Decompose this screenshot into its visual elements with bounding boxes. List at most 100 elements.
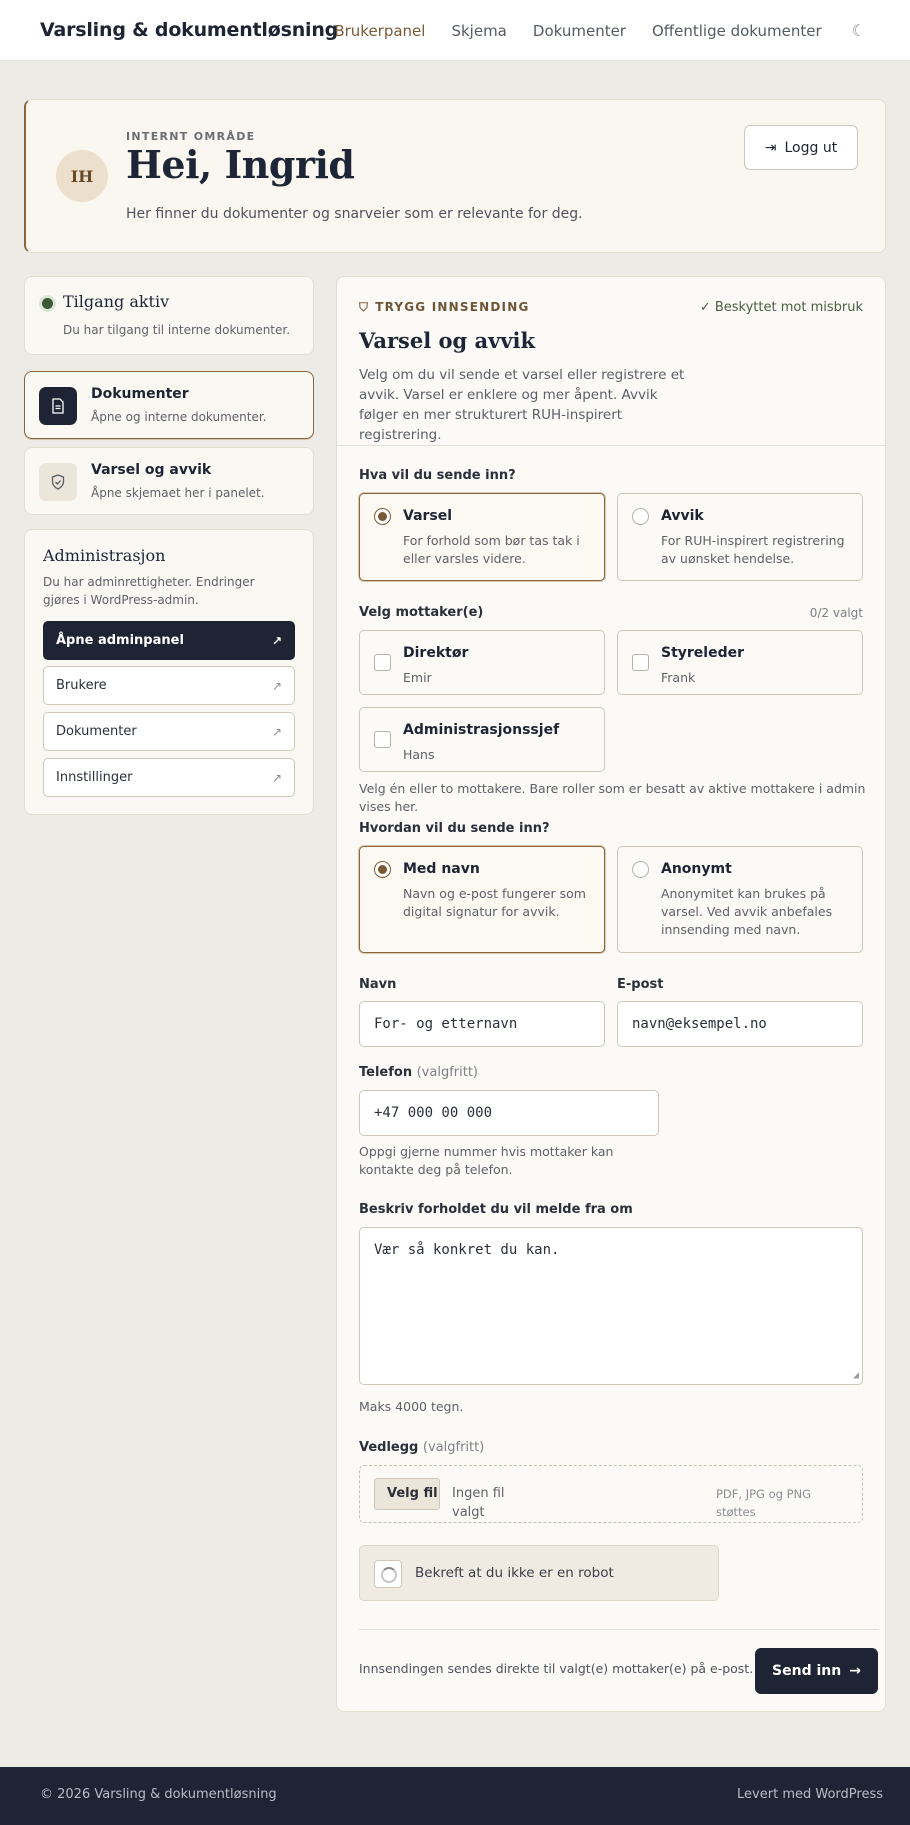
form-eyebrow-text: TRYGG INNSENDING	[375, 300, 530, 314]
shield-icon: ⛉	[359, 300, 370, 314]
send-button[interactable]: Send inn →	[755, 1648, 878, 1694]
nav-dokumenter[interactable]: Dokumenter	[533, 22, 626, 40]
sidebar-item-subtitle: Åpne skjemaet her i panelet.	[91, 486, 265, 500]
description-label: Beskriv forholdet du vil melde fra om	[359, 1202, 633, 1217]
option-description: For forhold som bør tas tak i eller vars…	[403, 533, 580, 566]
admin-title: Administrasjon	[43, 546, 166, 565]
recipient-name: Emir	[403, 670, 432, 685]
external-link-icon: ↗	[271, 678, 282, 693]
sidebar-item-subtitle: Åpne og interne dokumenter.	[91, 410, 267, 424]
hero-subtitle: Her finner du dokumenter og snarveier so…	[126, 206, 583, 222]
mode-option-med-navn[interactable]: Med navn Navn og e-post fungerer som dig…	[359, 846, 605, 953]
radio-selected[interactable]	[374, 861, 391, 878]
admin-settings-button[interactable]: Innstillinger ↗	[43, 758, 295, 797]
mode-label: Hvordan vil du sende inn?	[359, 821, 550, 836]
recipients-counter: 0/2 valgt	[809, 606, 863, 620]
avatar: IH	[56, 150, 108, 202]
shield-icon	[39, 463, 77, 501]
recipient-option[interactable]: Styreleder Frank	[617, 630, 863, 695]
choose-file-button[interactable]: Velg fil	[374, 1478, 440, 1510]
attachment-label: Vedlegg (valgfritt)	[359, 1440, 484, 1455]
type-option-varsel[interactable]: Varsel For forhold som bør tas tak i ell…	[359, 493, 605, 581]
arrow-right-icon: →	[849, 1663, 861, 1679]
phone-help: Oppgi gjerne nummer hvis mottaker kan ko…	[359, 1144, 614, 1177]
admin-users-button[interactable]: Brukere ↗	[43, 666, 295, 705]
email-field[interactable]: navn@eksempel.no	[617, 1001, 863, 1047]
name-field[interactable]: For- og etternavn	[359, 1001, 605, 1047]
sidebar-item-varsel-og-avvik[interactable]: Varsel og avvik Åpne skjemaet her i pane…	[24, 447, 314, 515]
description-textarea[interactable]: Vær så konkret du kan. ◢	[359, 1227, 863, 1385]
option-description: Anonymitet kan brukes på varsel. Ved avv…	[661, 886, 833, 937]
main-nav: Brukerpanel Skjema Dokumenter Offentlige…	[308, 21, 866, 40]
captcha-widget[interactable]: Bekreft at du ikke er en robot	[359, 1545, 719, 1601]
moon-icon[interactable]: ☾	[852, 21, 866, 40]
option-title: Anonymt	[661, 861, 732, 877]
admin-button-label: Brukere	[56, 678, 107, 693]
recipient-role: Direktør	[403, 645, 469, 661]
access-status-card: Tilgang aktiv Du har tilgang til interne…	[24, 276, 314, 355]
admin-documents-button[interactable]: Dokumenter ↗	[43, 712, 295, 751]
checkbox[interactable]	[374, 731, 391, 748]
option-title: Avvik	[661, 508, 704, 524]
nav-brukerpanel[interactable]: Brukerpanel	[334, 22, 425, 40]
submit-note: Innsendingen sendes direkte til valgt(e)…	[359, 1661, 754, 1676]
recipient-option[interactable]: Administrasjonssjef Hans	[359, 707, 605, 772]
check-icon: ✓	[699, 300, 711, 315]
attachment-label-text: Vedlegg	[359, 1440, 419, 1455]
divider	[359, 1629, 879, 1630]
type-label: Hva vil du sende inn?	[359, 468, 516, 483]
sidebar-item-title: Dokumenter	[91, 386, 189, 402]
external-link-icon: ↗	[271, 633, 282, 648]
phone-field[interactable]: +47 000 00 000	[359, 1090, 659, 1136]
logout-label: Logg ut	[784, 139, 838, 156]
status-subtitle: Du har tilgang til interne dokumenter.	[63, 323, 291, 337]
nav-skjema[interactable]: Skjema	[451, 22, 506, 40]
document-icon	[39, 387, 77, 425]
logout-button[interactable]: ⇥ Logg ut	[744, 125, 858, 170]
mode-option-anonymt[interactable]: Anonymt Anonymitet kan brukes på varsel.…	[617, 846, 863, 953]
type-option-avvik[interactable]: Avvik For RUH-inspirert registrering av …	[617, 493, 863, 581]
open-admin-panel-button[interactable]: Åpne adminpanel ↗	[43, 621, 295, 660]
admin-button-label: Åpne adminpanel	[56, 633, 184, 648]
form-eyebrow: ⛉ TRYGG INNSENDING	[359, 300, 530, 315]
option-title: Med navn	[403, 861, 480, 877]
file-hint: PDF, JPG og PNG støttes	[716, 1487, 812, 1519]
email-label: E-post	[617, 977, 664, 992]
spinner-icon	[381, 1567, 397, 1583]
admin-panel: Administrasjon Du har adminrettigheter. …	[24, 529, 314, 815]
report-form: ⛉ TRYGG INNSENDING ✓ Beskyttet mot misbru…	[336, 276, 886, 1712]
checkbox[interactable]	[374, 654, 391, 671]
logout-icon: ⇥	[764, 139, 777, 156]
checkbox[interactable]	[632, 654, 649, 671]
captcha-checkbox[interactable]	[374, 1560, 402, 1588]
site-footer: © 2026 Varsling & dokumentløsning Levert…	[0, 1767, 910, 1825]
page-title: Hei, Ingrid	[126, 142, 355, 187]
status-title: Tilgang aktiv	[63, 292, 170, 311]
recipients-help: Velg én eller to mottakere. Bare roller …	[359, 781, 866, 814]
sidebar-item-dokumenter[interactable]: Dokumenter Åpne og interne dokumenter.	[24, 371, 314, 439]
resize-handle-icon[interactable]: ◢	[853, 1370, 859, 1381]
recipient-role: Styreleder	[661, 645, 745, 661]
description-placeholder: Vær så konkret du kan.	[374, 1242, 560, 1258]
file-upload: Velg fil Ingen fil valgt PDF, JPG og PNG…	[359, 1465, 863, 1523]
recipients-label: Velg mottaker(e)	[359, 605, 484, 620]
optional-tag: (valgfritt)	[422, 1440, 485, 1455]
welcome-card: IH INTERNT OMRÅDE Hei, Ingrid Her finner…	[24, 99, 886, 253]
external-link-icon: ↗	[271, 724, 282, 739]
site-brand[interactable]: Varsling & dokumentløsning	[40, 19, 338, 41]
top-navigation: Varsling & dokumentløsning Brukerpanel S…	[0, 0, 910, 61]
radio-selected[interactable]	[374, 508, 391, 525]
option-title: Varsel	[403, 508, 453, 524]
admin-button-label: Innstillinger	[56, 770, 133, 785]
recipient-option[interactable]: Direktør Emir	[359, 630, 605, 695]
sidebar-item-title: Varsel og avvik	[91, 462, 212, 478]
protected-badge: ✓ Beskyttet mot misbruk	[700, 300, 863, 315]
optional-tag: (valgfritt)	[416, 1065, 479, 1080]
radio[interactable]	[632, 508, 649, 525]
nav-offentlige-dokumenter[interactable]: Offentlige dokumenter	[652, 22, 822, 40]
admin-description: Du har adminrettigheter. Endringer gjøre…	[43, 575, 255, 607]
radio[interactable]	[632, 861, 649, 878]
divider	[337, 445, 885, 446]
powered-by-link[interactable]: Levert med WordPress	[737, 1787, 883, 1802]
recipient-name: Hans	[403, 747, 435, 762]
